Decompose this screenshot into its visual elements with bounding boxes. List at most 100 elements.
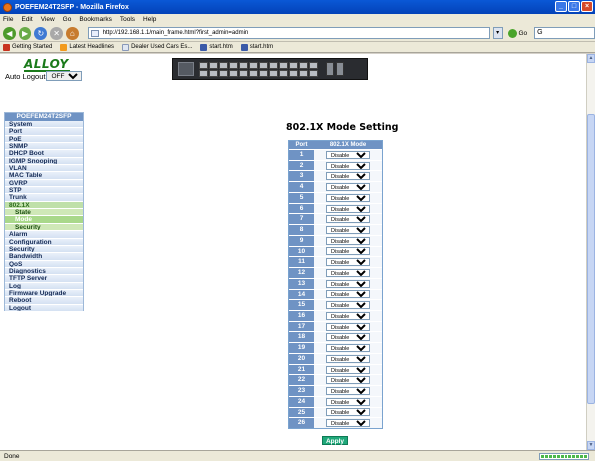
- sidebar-item-security[interactable]: Security: [5, 223, 83, 232]
- mode-select[interactable]: Disable: [326, 344, 370, 353]
- maximize-icon[interactable]: □: [568, 1, 580, 12]
- sidebar-item-stp[interactable]: STP: [5, 187, 83, 195]
- window-title: POEFEM24T2SFP - Mozilla Firefox: [15, 3, 129, 11]
- mode-select[interactable]: Disable: [326, 204, 370, 213]
- mode-select[interactable]: Disable: [326, 365, 370, 374]
- sidebar-item-qos[interactable]: QoS: [5, 260, 83, 268]
- menu-bookmarks[interactable]: Bookmarks: [79, 16, 112, 23]
- close-icon[interactable]: ×: [581, 1, 593, 12]
- home-icon[interactable]: ⌂: [65, 26, 79, 40]
- port-number: 2: [289, 160, 314, 171]
- vertical-scrollbar[interactable]: ▲ ▼: [586, 54, 595, 450]
- port-number: 16: [289, 311, 314, 321]
- scroll-up-icon[interactable]: ▲: [587, 54, 595, 63]
- sidebar-item-state[interactable]: State: [5, 209, 83, 217]
- sidebar-item-dhcp-boot[interactable]: DHCP Boot: [5, 150, 83, 158]
- mode-cell: Disable: [314, 214, 382, 225]
- scroll-thumb[interactable]: [587, 114, 595, 404]
- sidebar-item-logout[interactable]: Logout: [5, 304, 83, 312]
- mode-select[interactable]: Disable: [326, 215, 370, 224]
- menu-go[interactable]: Go: [63, 16, 72, 23]
- mode-select[interactable]: Disable: [326, 247, 370, 256]
- bookmark-start-1[interactable]: start.htm: [200, 43, 233, 51]
- sidebar-item-snmp[interactable]: SNMP: [5, 143, 83, 151]
- table-row: 22 Disable: [289, 374, 382, 386]
- sidebar-item-vlan[interactable]: VLAN: [5, 165, 83, 173]
- mode-select[interactable]: Disable: [326, 172, 370, 181]
- apply-button[interactable]: Apply: [322, 436, 348, 445]
- port-number: 6: [289, 203, 314, 214]
- stop-icon[interactable]: ✕: [50, 26, 63, 40]
- port-number: 12: [289, 268, 314, 278]
- mode-select[interactable]: Disable: [326, 311, 370, 320]
- mode-select[interactable]: Disable: [326, 161, 370, 170]
- url-input[interactable]: http://192.168.1.1/main_frame.html?first…: [87, 27, 490, 39]
- sidebar-item-mode[interactable]: Mode: [5, 216, 83, 224]
- mode-cell: Disable: [314, 353, 382, 364]
- sidebar-item-alarm[interactable]: Alarm: [5, 231, 83, 239]
- sidebar-item-configuration[interactable]: Configuration: [5, 238, 83, 246]
- bookmark-latest-headlines[interactable]: Latest Headlines: [60, 43, 114, 51]
- mode-select[interactable]: Disable: [326, 333, 370, 342]
- minimize-icon[interactable]: _: [555, 1, 567, 12]
- mode-select[interactable]: Disable: [326, 268, 370, 277]
- url-dropdown-icon[interactable]: ▾: [492, 27, 503, 39]
- mode-select[interactable]: Disable: [326, 258, 370, 267]
- mode-select[interactable]: Disable: [326, 322, 370, 331]
- menu-edit[interactable]: Edit: [21, 16, 32, 23]
- sidebar-item-log[interactable]: Log: [5, 282, 83, 290]
- mode-select[interactable]: Disable: [326, 279, 370, 288]
- mode-select[interactable]: Disable: [326, 397, 370, 406]
- mode-select[interactable]: Disable: [326, 183, 370, 192]
- sidebar-item-firmware-upgrade[interactable]: Firmware Upgrade: [5, 289, 83, 298]
- mode-select[interactable]: Disable: [326, 408, 370, 417]
- sidebar-item-reboot[interactable]: Reboot: [5, 297, 83, 305]
- sidebar-item-poe[interactable]: PoE: [5, 135, 83, 144]
- mode-select[interactable]: Disable: [326, 193, 370, 202]
- menu-help[interactable]: Help: [143, 16, 156, 23]
- port-number: 8: [289, 225, 314, 235]
- mode-select[interactable]: Disable: [326, 301, 370, 310]
- page-title: 802.1X Mode Setting: [286, 122, 399, 133]
- column-header-mode: 802.1X Mode: [329, 142, 367, 148]
- sidebar-item-tftp-server[interactable]: TFTP Server: [5, 275, 83, 283]
- page-icon: [122, 43, 130, 51]
- bookmark-dealer-used-cars[interactable]: Dealer Used Cars Es...: [122, 43, 192, 51]
- mode-cell: Disable: [314, 203, 382, 214]
- forward-icon[interactable]: ▶: [18, 26, 32, 40]
- progress-indicator: [539, 453, 589, 460]
- search-input[interactable]: G: [534, 27, 595, 39]
- sidebar-item-gvrp[interactable]: GVRP: [5, 179, 83, 188]
- menu-file[interactable]: File: [3, 16, 13, 23]
- sidebar-item-igmp-snooping[interactable]: IGMP Snooping: [5, 157, 83, 166]
- auto-logout-select[interactable]: OFF: [46, 71, 83, 81]
- port-number: 9: [289, 235, 314, 246]
- sidebar-item-bandwidth[interactable]: Bandwidth: [5, 253, 83, 261]
- mode-select[interactable]: Disable: [326, 150, 370, 159]
- mode-select[interactable]: Disable: [326, 387, 370, 396]
- sidebar-item-diagnostics[interactable]: Diagnostics: [5, 267, 83, 276]
- sfp-slots: [326, 62, 344, 76]
- menu-view[interactable]: View: [41, 16, 55, 23]
- sidebar-item-trunk[interactable]: Trunk: [5, 194, 83, 202]
- port-number: 4: [289, 182, 314, 192]
- bookmarks-toolbar: Getting Started Latest Headlines Dealer …: [0, 42, 595, 53]
- bookmark-getting-started[interactable]: Getting Started: [3, 43, 52, 51]
- bookmark-start-2[interactable]: start.htm: [240, 43, 273, 51]
- mode-select[interactable]: Disable: [326, 236, 370, 245]
- mode-select[interactable]: Disable: [326, 376, 370, 385]
- scroll-down-icon[interactable]: ▼: [587, 441, 595, 450]
- reload-icon[interactable]: ↻: [34, 26, 48, 40]
- sidebar-item-security[interactable]: Security: [5, 245, 83, 254]
- go-button[interactable]: Go: [507, 28, 527, 38]
- mode-select[interactable]: Disable: [326, 290, 370, 299]
- sidebar-item-mac-table[interactable]: MAC Table: [5, 172, 83, 180]
- sidebar-item-system[interactable]: System: [5, 121, 83, 129]
- back-icon[interactable]: ◀: [3, 26, 16, 40]
- mode-select[interactable]: Disable: [326, 226, 370, 234]
- mode-select[interactable]: Disable: [326, 419, 370, 428]
- mode-select[interactable]: Disable: [326, 354, 370, 363]
- sidebar-item-802-1x[interactable]: 802.1X: [5, 201, 83, 210]
- sidebar-item-port[interactable]: Port: [5, 128, 83, 136]
- menu-tools[interactable]: Tools: [120, 16, 135, 23]
